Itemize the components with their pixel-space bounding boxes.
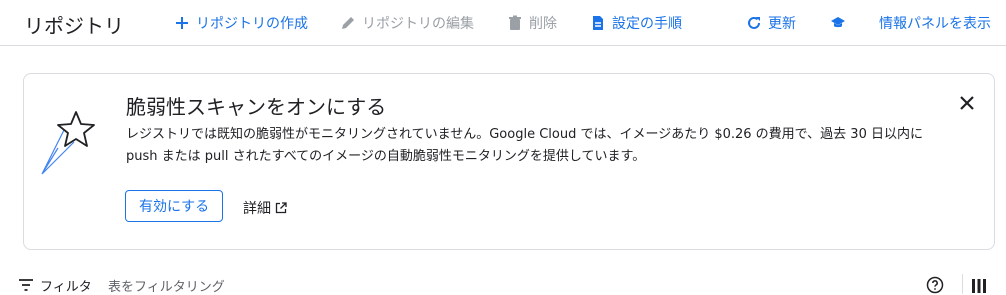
- school-icon: [831, 17, 845, 28]
- toolbar-divider: [962, 274, 963, 294]
- filter-input[interactable]: 表をフィルタリング: [108, 276, 225, 295]
- details-label: 詳細: [243, 201, 271, 217]
- details-link[interactable]: 詳細: [243, 198, 287, 218]
- banner-description: レジストリでは既知の脆弱性がモニタリングされていません。Google Cloud…: [126, 124, 976, 168]
- document-icon: [593, 16, 603, 30]
- show-info-panel-button[interactable]: 情報パネルを表示: [879, 12, 991, 34]
- create-repository-label: リポジトリの作成: [196, 16, 308, 32]
- setup-instructions-label: 設定の手順: [612, 16, 682, 32]
- page-title: リポジトリ: [24, 14, 124, 38]
- edit-icon: [342, 17, 354, 29]
- delete-icon: [509, 15, 521, 30]
- shooting-star-icon: [41, 111, 95, 175]
- edit-repository-button[interactable]: リポジトリの編集: [340, 12, 474, 34]
- edit-repository-label: リポジトリの編集: [362, 16, 474, 32]
- create-repository-button[interactable]: リポジトリの作成: [174, 12, 308, 34]
- filter-label: フィルタ: [40, 280, 92, 295]
- learn-button[interactable]: [830, 12, 846, 34]
- setup-instructions-button[interactable]: 設定の手順: [590, 12, 682, 34]
- add-icon: [176, 17, 188, 29]
- delete-label: 削除: [529, 16, 557, 32]
- delete-button[interactable]: 削除: [507, 12, 557, 34]
- banner-title: 脆弱性スキャンをオンにする: [126, 95, 387, 119]
- refresh-label: 更新: [768, 16, 796, 32]
- banner-description-line-2: push または pull されたすべてのイメージの自動脆弱性モニタリングを提供…: [126, 149, 646, 164]
- open-in-new-icon: [275, 202, 287, 214]
- help-icon[interactable]: [926, 276, 944, 294]
- banner-description-line-1: レジストリでは既知の脆弱性がモニタリングされていません。Google Cloud…: [126, 127, 923, 142]
- close-icon[interactable]: [958, 94, 976, 112]
- toolbar: リポジトリ リポジトリの作成 リポジトリの編集 削除 設定の手順 更新 情報パネ…: [0, 0, 1006, 46]
- refresh-icon: [748, 16, 760, 29]
- filter-bar: フィルタ 表をフィルタリング: [0, 270, 1006, 295]
- vulnerability-scan-banner: 脆弱性スキャンをオンにする レジストリでは既知の脆弱性がモニタリングされていませ…: [23, 73, 995, 250]
- filter-icon: [19, 279, 33, 291]
- show-info-panel-label: 情報パネルを表示: [879, 16, 991, 32]
- refresh-button[interactable]: 更新: [746, 12, 796, 34]
- enable-button[interactable]: 有効にする: [125, 190, 224, 222]
